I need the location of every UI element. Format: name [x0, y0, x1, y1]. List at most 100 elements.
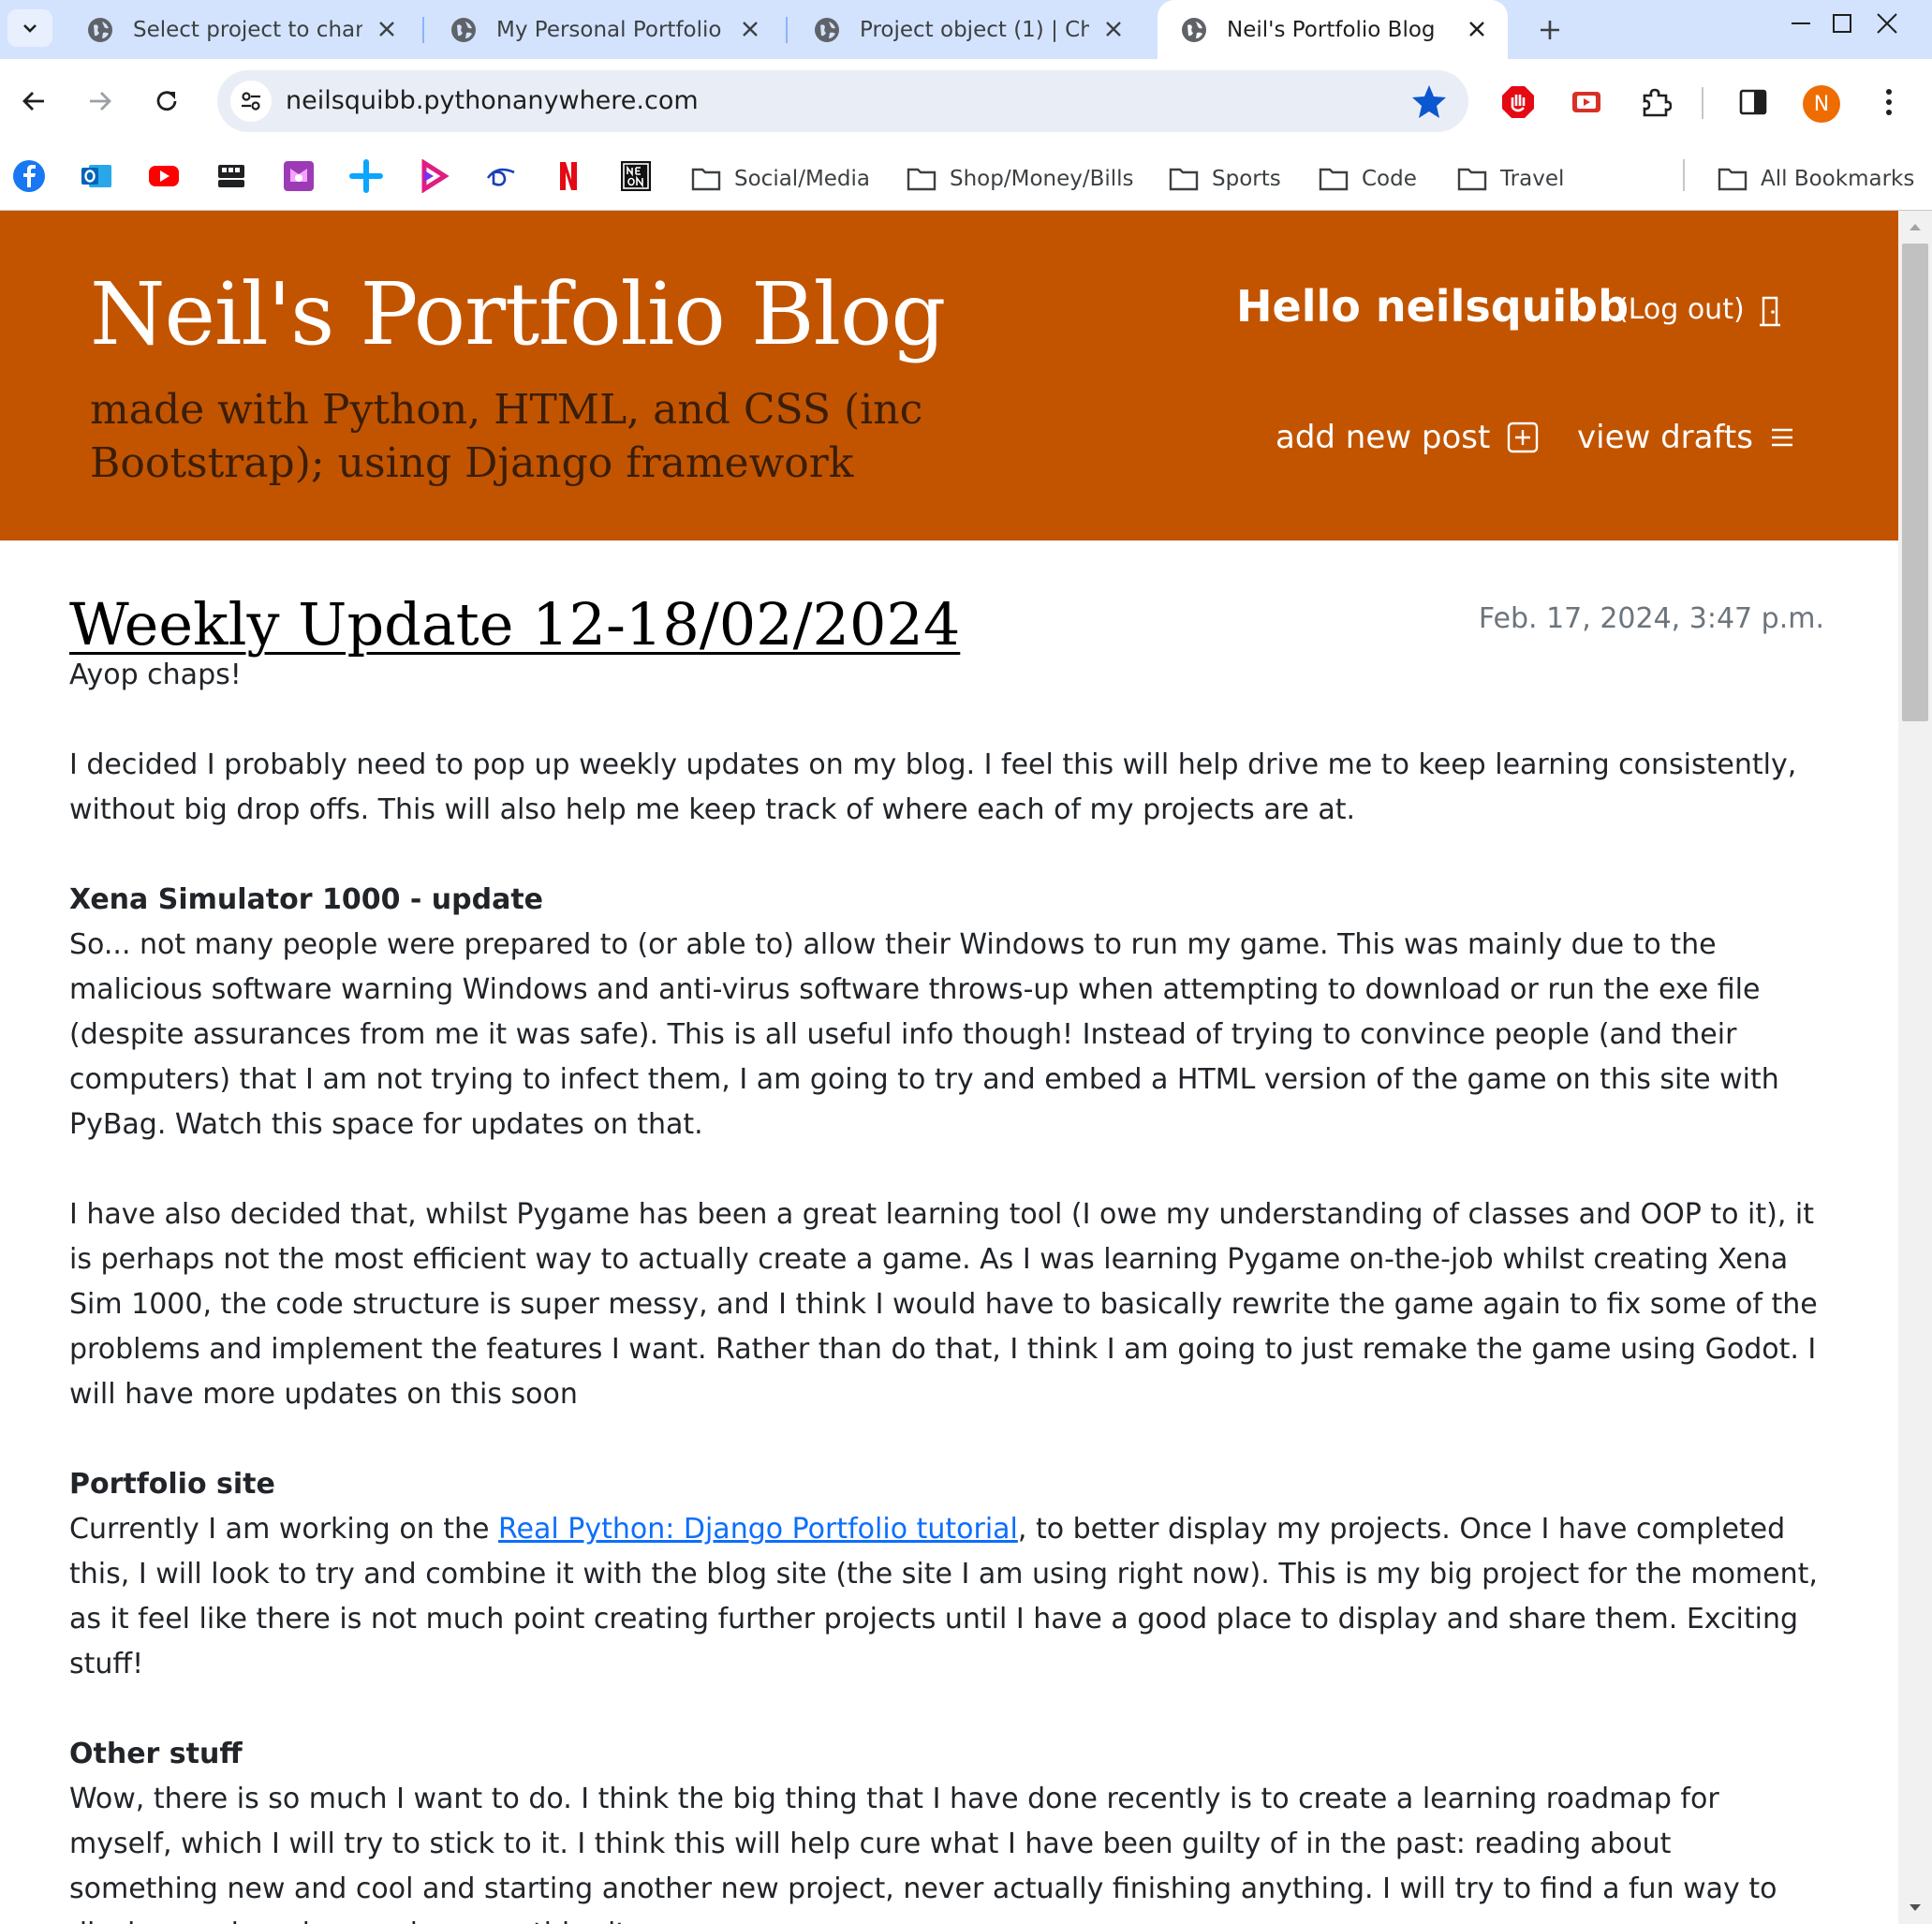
close-tab-button[interactable]	[1459, 11, 1495, 47]
puzzle-icon	[1643, 88, 1672, 117]
bookmarks-bar: Social/Media Shop/Money/Bills Sports Cod…	[0, 147, 1932, 211]
plus-service-icon[interactable]	[349, 159, 383, 193]
all-bookmarks-label: All Bookmarks	[1761, 166, 1915, 191]
bookmark-folder-travel[interactable]: Travel	[1457, 147, 1564, 210]
bookmark-folder-label: Social/Media	[734, 166, 871, 191]
media-extension[interactable]	[1566, 81, 1607, 123]
scroll-thumb[interactable]	[1902, 244, 1928, 721]
site-header: Neil's Portfolio Blog made with Python, …	[0, 211, 1898, 540]
video-extension-icon	[1572, 92, 1600, 112]
close-tab-button[interactable]	[732, 11, 768, 47]
tab-title: Select project to chang	[133, 17, 362, 42]
browser-toolbar: neilsquibb.pythonanywhere.com N	[0, 59, 1932, 147]
bookmark-folder-label: Code	[1362, 166, 1417, 191]
real-python-tutorial-link[interactable]: Real Python: Django Portfolio tutorial	[498, 1513, 1018, 1546]
add-new-post-link[interactable]: add new post	[1276, 419, 1539, 456]
forward-button[interactable]	[77, 78, 124, 125]
triangle-up-icon	[1910, 224, 1921, 230]
page-scrollbar[interactable]	[1898, 211, 1932, 1924]
stream-service-icon[interactable]	[417, 159, 450, 193]
post-date: Feb. 17, 2024, 3:47 p.m.	[1478, 602, 1824, 635]
bookmark-star-icon[interactable]	[1410, 82, 1448, 120]
site-info-button[interactable]	[230, 81, 272, 122]
side-panel-icon	[1739, 89, 1767, 115]
tab-search-button[interactable]	[7, 9, 52, 47]
close-icon	[1877, 13, 1897, 34]
tab-project-object[interactable]: Project object (1) | Char	[790, 0, 1144, 59]
tab-title: Neil's Portfolio Blog	[1227, 17, 1436, 42]
toolbar-separator	[1702, 87, 1703, 119]
scroll-up-button[interactable]	[1898, 213, 1932, 241]
netflix-icon[interactable]	[552, 159, 585, 193]
globe-icon	[451, 17, 476, 42]
tab-separator	[422, 17, 424, 43]
tab-select-project[interactable]: Select project to chang	[64, 0, 418, 59]
blog-post: Feb. 17, 2024, 3:47 p.m. Weekly Update 1…	[69, 585, 1824, 1924]
site-title[interactable]: Neil's Portfolio Blog	[90, 267, 946, 362]
close-icon	[379, 22, 394, 37]
side-panel-button[interactable]	[1733, 81, 1774, 123]
neon-icon[interactable]	[619, 159, 653, 193]
logout-link[interactable]: (Log out)	[1617, 293, 1745, 326]
scroll-down-button[interactable]	[1898, 1894, 1932, 1922]
close-tab-button[interactable]	[1096, 11, 1131, 47]
close-tab-button[interactable]	[369, 11, 405, 47]
bookmark-folder-label: Travel	[1500, 166, 1565, 191]
post-paragraph: I have also decided that, whilst Pygame …	[69, 1198, 1818, 1411]
tune-icon	[242, 92, 260, 111]
new-tab-button[interactable]	[1528, 8, 1571, 52]
adblock-extension[interactable]	[1497, 81, 1539, 123]
bookmark-folder-sports[interactable]: Sports	[1169, 147, 1281, 210]
youtube-icon[interactable]	[147, 159, 181, 193]
plus-square-icon	[1508, 422, 1539, 453]
network-icon[interactable]	[214, 159, 248, 193]
bookmark-folder-social-media[interactable]: Social/Media	[691, 147, 870, 210]
firefox-relay-icon[interactable]	[282, 159, 316, 193]
url-text[interactable]: neilsquibb.pythonanywhere.com	[286, 70, 699, 132]
view-drafts-link[interactable]: view drafts	[1577, 419, 1794, 456]
all-bookmarks-button[interactable]: All Bookmarks	[1718, 147, 1914, 210]
view-drafts-label: view drafts	[1577, 419, 1753, 456]
reload-button[interactable]	[143, 78, 190, 125]
back-button[interactable]	[10, 78, 57, 125]
folder-icon	[1718, 168, 1748, 190]
tab-separator	[786, 17, 788, 43]
door-icon[interactable]	[1756, 295, 1784, 327]
bookmark-folder-code[interactable]: Code	[1319, 147, 1417, 210]
tab-title: My Personal Portfolio	[496, 17, 722, 42]
extensions-button[interactable]	[1635, 81, 1676, 123]
plus-icon	[1541, 21, 1559, 39]
chevron-down-icon	[23, 24, 37, 33]
close-icon	[1106, 22, 1121, 37]
folder-icon	[1457, 168, 1487, 190]
folder-icon	[691, 168, 721, 190]
profile-avatar[interactable]: N	[1803, 85, 1840, 123]
address-bar[interactable]: neilsquibb.pythonanywhere.com	[217, 70, 1468, 132]
bookmark-folder-label: Shop/Money/Bills	[950, 166, 1134, 191]
triangle-down-icon	[1910, 1904, 1921, 1911]
stop-hand-icon	[1502, 86, 1534, 118]
globe-icon	[88, 17, 112, 42]
globe-icon	[1182, 17, 1206, 42]
post-paragraph: Wow, there is so much I want to do. I th…	[69, 1783, 1777, 1924]
facebook-icon[interactable]	[12, 159, 46, 193]
tab-personal-portfolio[interactable]: My Personal Portfolio	[427, 0, 781, 59]
page-viewport: Neil's Portfolio Blog made with Python, …	[0, 211, 1898, 1924]
bookmark-folder-shop-money-bills[interactable]: Shop/Money/Bills	[907, 147, 1134, 210]
globe-icon	[815, 17, 839, 42]
close-icon	[743, 22, 758, 37]
tab-portfolio-blog[interactable]: Neil's Portfolio Blog	[1158, 0, 1508, 59]
section-heading-portfolio: Portfolio site	[69, 1468, 275, 1501]
folder-icon	[1169, 168, 1199, 190]
tab-strip: Select project to chang My Personal Port…	[0, 0, 1932, 59]
close-window-button[interactable]	[1845, 0, 1929, 47]
more-vert-icon	[1886, 89, 1892, 115]
user-greeting: Hello neilsquibb	[1236, 281, 1630, 332]
add-new-post-label: add new post	[1276, 419, 1491, 456]
disney-plus-icon[interactable]	[484, 159, 518, 193]
outlook-icon[interactable]	[80, 159, 113, 193]
browser-menu-button[interactable]	[1868, 81, 1910, 123]
reload-icon	[156, 91, 177, 111]
list-icon	[1771, 428, 1792, 447]
section-heading-other: Other stuff	[69, 1738, 243, 1770]
